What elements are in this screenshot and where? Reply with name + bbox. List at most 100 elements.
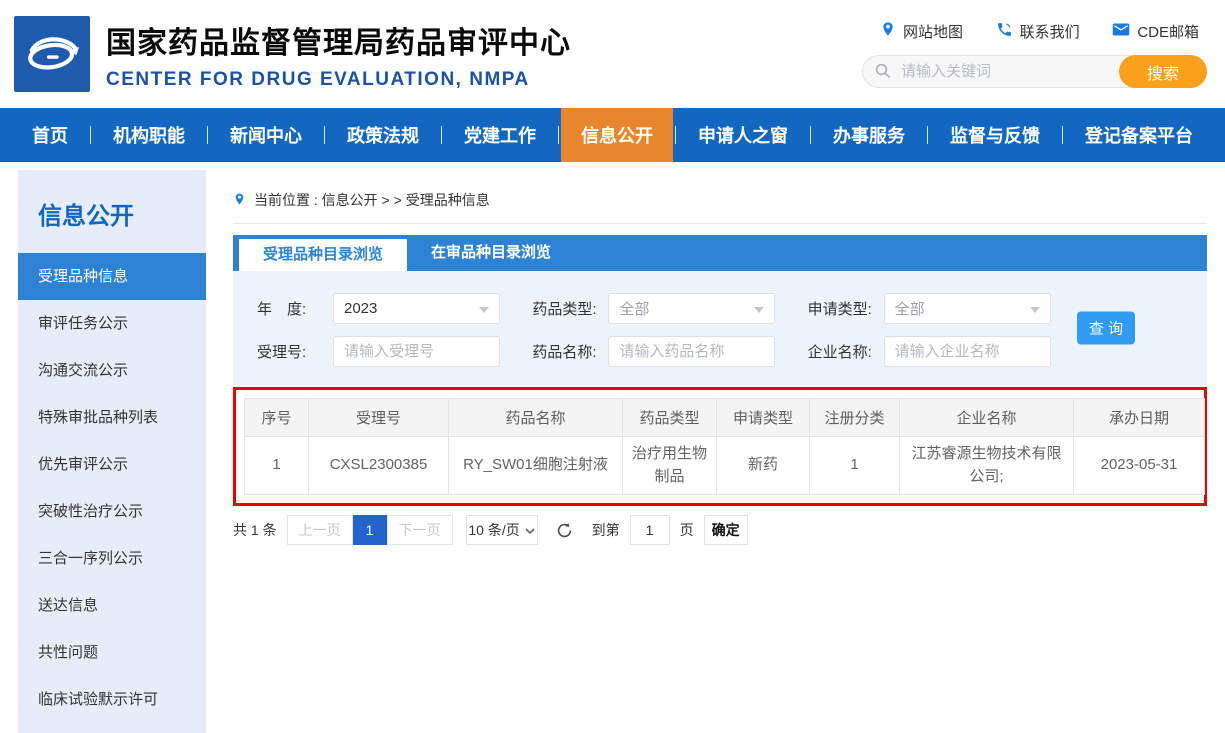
nav-item-functions[interactable]: 机构职能 (93, 108, 205, 162)
sidebar-item-accepted-varieties[interactable]: 受理品种信息 (18, 253, 206, 300)
mail-icon (1112, 22, 1130, 41)
refresh-icon[interactable] (555, 521, 574, 540)
results-table-highlight: 序号 受理号 药品名称 药品类型 申请类型 注册分类 企业名称 承办日期 1 C… (233, 387, 1207, 506)
drug-type-select[interactable]: 全部 (608, 293, 775, 324)
cell-index: 1 (245, 437, 309, 495)
drug-type-label: 药品类型: (532, 298, 608, 319)
company-name-input[interactable] (884, 336, 1051, 367)
nav-item-applicant-window[interactable]: 申请人之窗 (678, 108, 808, 162)
nav-item-news[interactable]: 新闻中心 (210, 108, 322, 162)
breadcrumb-pin-icon (233, 191, 246, 210)
acceptance-no-input[interactable] (333, 336, 500, 367)
sitemap-link[interactable]: 网站地图 (880, 20, 963, 42)
nav-item-party[interactable]: 党建工作 (444, 108, 556, 162)
nav-divider (90, 126, 91, 144)
drug-name-label: 药品名称: (532, 341, 608, 362)
col-header-index: 序号 (245, 399, 309, 437)
goto-page-label: 到第 (592, 520, 620, 540)
filter-panel: 年 度: 2023 药品类型: 全部 申请类型: 全部 (233, 271, 1207, 385)
total-count-label: 共 1 条 (233, 520, 277, 540)
breadcrumb: 当前位置 : 信息公开 > > 受理品种信息 (233, 162, 1207, 224)
acceptance-no-label: 受理号: (257, 341, 333, 362)
application-type-label: 申请类型: (808, 298, 884, 319)
page-unit-label: 页 (680, 520, 694, 540)
chevron-down-icon (525, 522, 535, 538)
nav-divider (207, 126, 208, 144)
sidebar-item-delivery-info[interactable]: 送达信息 (18, 582, 206, 629)
nav-item-supervision[interactable]: 监督与反馈 (930, 108, 1060, 162)
phone-icon (996, 21, 1013, 42)
nav-divider (558, 126, 559, 144)
site-title: 国家药品监督管理局药品审评中心 (106, 18, 571, 62)
site-header: 国家药品监督管理局药品审评中心 CENTER FOR DRUG EVALUATI… (0, 0, 1225, 108)
nav-divider (441, 126, 442, 144)
table-header-row: 序号 受理号 药品名称 药品类型 申请类型 注册分类 企业名称 承办日期 (245, 399, 1205, 437)
mail-link[interactable]: CDE邮箱 (1112, 20, 1199, 42)
next-page-button[interactable]: 下一页 (387, 515, 453, 545)
sidebar-item-priority-review[interactable]: 优先审评公示 (18, 441, 206, 488)
application-type-select[interactable]: 全部 (884, 293, 1051, 324)
cde-fish-icon (20, 20, 84, 89)
confirm-button[interactable]: 确定 (704, 515, 748, 545)
sidebar-item-common-issues[interactable]: 共性问题 (18, 629, 206, 676)
nav-divider (324, 126, 325, 144)
search-icon (874, 62, 892, 85)
col-header-acceptance-no: 受理号 (309, 399, 449, 437)
nav-item-policies[interactable]: 政策法规 (327, 108, 439, 162)
page-size-select[interactable]: 10 条/页 (466, 515, 538, 545)
sidebar-item-special-approval[interactable]: 特殊审批品种列表 (18, 394, 206, 441)
sidebar-item-three-in-one[interactable]: 三合一序列公示 (18, 535, 206, 582)
year-label: 年 度: (257, 298, 333, 319)
nav-divider (927, 126, 928, 144)
year-select[interactable]: 2023 (333, 293, 500, 324)
nav-item-info-disclosure[interactable]: 信息公开 (561, 108, 673, 162)
nav-divider (675, 126, 676, 144)
company-name-label: 企业名称: (808, 341, 884, 362)
sidebar-item-communication[interactable]: 沟通交流公示 (18, 347, 206, 394)
col-header-acceptance-date: 承办日期 (1074, 399, 1205, 437)
cell-company-name: 江苏睿源生物技术有限公司; (900, 437, 1074, 495)
sidebar: 信息公开 受理品种信息 审评任务公示 沟通交流公示 特殊审批品种列表 优先审评公… (18, 170, 206, 733)
site-search: 搜索 (862, 55, 1207, 88)
pagination: 共 1 条 上一页 1 下一页 10 条/页 到第 页 确定 (233, 515, 1207, 545)
utility-links: 网站地图 联系我们 CDE邮箱 (862, 20, 1207, 42)
cell-drug-type: 治疗用生物制品 (623, 437, 717, 495)
sidebar-item-clinical-trial-license[interactable]: 临床试验默示许可 (18, 676, 206, 723)
catalog-tabs: 受理品种目录浏览 在审品种目录浏览 (233, 235, 1207, 271)
results-table: 序号 受理号 药品名称 药品类型 申请类型 注册分类 企业名称 承办日期 1 C… (244, 398, 1205, 495)
nav-item-registration-platform[interactable]: 登记备案平台 (1065, 108, 1213, 162)
table-row: 1 CXSL2300385 RY_SW01细胞注射液 治疗用生物制品 新药 1 … (245, 437, 1205, 495)
page-number-button[interactable]: 1 (353, 515, 387, 545)
sidebar-item-breakthrough-therapy[interactable]: 突破性治疗公示 (18, 488, 206, 535)
tab-under-review-catalog[interactable]: 在审品种目录浏览 (407, 235, 575, 271)
breadcrumb-text: 当前位置 : 信息公开 > > 受理品种信息 (254, 190, 490, 210)
nav-item-home[interactable]: 首页 (12, 108, 88, 162)
primary-nav: 首页 机构职能 新闻中心 政策法规 党建工作 信息公开 申请人之窗 办事服务 监… (0, 108, 1225, 162)
search-button[interactable]: 搜索 (1119, 55, 1207, 88)
cell-acceptance-no: CXSL2300385 (309, 437, 449, 495)
nav-item-services[interactable]: 办事服务 (813, 108, 925, 162)
prev-page-button[interactable]: 上一页 (287, 515, 353, 545)
nav-divider (810, 126, 811, 144)
col-header-drug-name: 药品名称 (449, 399, 623, 437)
cell-acceptance-date: 2023-05-31 (1074, 437, 1205, 495)
col-header-company-name: 企业名称 (900, 399, 1074, 437)
sidebar-item-review-tasks[interactable]: 审评任务公示 (18, 300, 206, 347)
goto-page-input[interactable] (630, 515, 670, 545)
tab-accepted-catalog[interactable]: 受理品种目录浏览 (239, 239, 407, 271)
nav-divider (1062, 126, 1063, 144)
chevron-down-icon (479, 307, 489, 313)
location-pin-icon (880, 20, 896, 42)
cde-logo (14, 16, 90, 92)
cell-registration-class: 1 (810, 437, 900, 495)
query-button[interactable]: 查 询 (1077, 312, 1135, 345)
brand-block: 国家药品监督管理局药品审评中心 CENTER FOR DRUG EVALUATI… (106, 18, 571, 91)
cell-drug-name: RY_SW01细胞注射液 (449, 437, 623, 495)
contact-link[interactable]: 联系我们 (996, 20, 1080, 42)
col-header-application-type: 申请类型 (717, 399, 810, 437)
cell-application-type: 新药 (717, 437, 810, 495)
drug-name-input[interactable] (608, 336, 775, 367)
col-header-drug-type: 药品类型 (623, 399, 717, 437)
site-subtitle: CENTER FOR DRUG EVALUATION, NMPA (106, 69, 571, 91)
chevron-down-icon (754, 307, 764, 313)
